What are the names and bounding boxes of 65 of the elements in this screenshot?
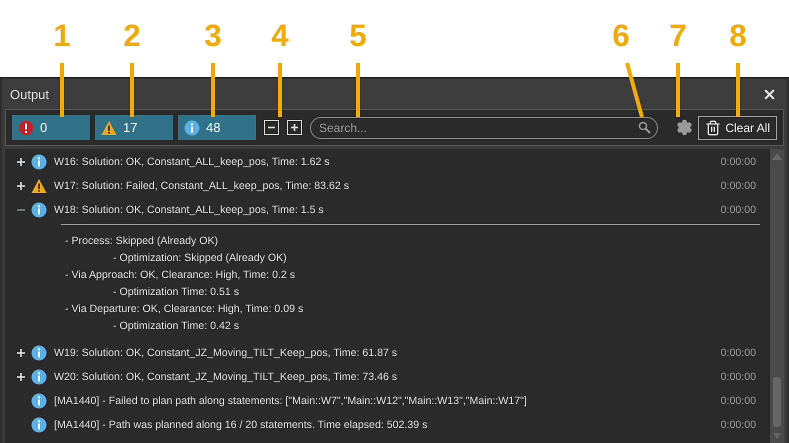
callout-number: 7 (669, 18, 687, 54)
timestamp: 0:00:00 (720, 204, 756, 216)
log-message: W16: Solution: OK, Constant_ALL_keep_pos, Time: 1.62 s (54, 156, 331, 168)
detail-line: - Via Approach: OK, Clearance: High, Time: 0.2 s (64, 268, 296, 283)
timestamp: 0:00:00 (720, 419, 756, 431)
leader-line (356, 63, 360, 117)
error-icon (18, 120, 34, 136)
trash-icon (705, 120, 722, 136)
close-icon[interactable] (762, 86, 777, 102)
log-message: [MA1440] - Path was planned along 16 / 20 statements. Time elapsed: 502.39 s (54, 419, 428, 431)
leader-line (278, 63, 282, 117)
filter-button[interactable]: 0 (12, 115, 90, 140)
plus-icon[interactable] (17, 349, 25, 357)
warning-icon (101, 120, 117, 136)
timestamp: 0:00:00 (720, 156, 756, 168)
detail-line: - Process: Skipped (Already OK) (64, 234, 220, 249)
timestamp: 0:00:00 (720, 371, 756, 383)
detail-line: - Optimization: Skipped (Already OK) (112, 251, 288, 266)
callout-number: 3 (204, 18, 222, 54)
detail-line: - Via Departure: OK, Clearance: High, Time: 0.09 s (64, 302, 304, 317)
timestamp: 0:00:00 (720, 347, 756, 359)
log-message: W20: Solution: OK, Constant_JZ_Moving_TILT_Keep_pos, Time: 73.46 s (54, 371, 398, 383)
info-icon (31, 369, 47, 385)
leader-line (676, 63, 680, 117)
info-icon (31, 393, 47, 409)
warning-icon (31, 178, 47, 194)
clear-all-button[interactable]: Clear All (698, 116, 777, 140)
callout-number: 6 (612, 18, 630, 54)
expand-all-button[interactable] (287, 120, 302, 135)
detail-line: - Optimization Time: 0.42 s (112, 319, 240, 334)
collapse-all-button[interactable] (264, 120, 279, 135)
search-field[interactable]: Search... (310, 116, 658, 138)
info-icon (31, 154, 47, 170)
log-message: W17: Solution: Failed, Constant_ALL_keep_pos, Time: 83.62 s (54, 180, 350, 192)
detail-line: - Optimization Time: 0.51 s (112, 285, 240, 300)
plus-icon[interactable] (17, 182, 25, 190)
settings-icon[interactable] (676, 119, 694, 136)
callout-number: 5 (349, 18, 367, 54)
info-icon (184, 120, 200, 136)
info-icon (31, 417, 47, 433)
search-icon[interactable] (638, 120, 651, 134)
scrollbar-thumb[interactable] (773, 377, 781, 427)
log-message: W18: Solution: OK, Constant_ALL_keep_pos, Time: 1.5 s (54, 204, 325, 216)
leader-line (60, 63, 64, 117)
leader-line (736, 63, 740, 117)
filter-button[interactable]: 17 (95, 115, 173, 140)
callout-number: 4 (271, 18, 289, 54)
plus-icon (290, 123, 299, 132)
plus-icon[interactable] (17, 373, 25, 381)
info-icon (31, 202, 47, 218)
log-message: [MA1440] - Failed to plan path along statements: ["Main::W7","Main::W12","Main::W13","Main::W17"] (54, 395, 528, 407)
callout-number: 8 (729, 18, 747, 54)
filter-button[interactable]: 48 (178, 115, 256, 140)
info-icon (31, 345, 47, 361)
leader-line (625, 62, 644, 118)
leader-line (211, 63, 215, 117)
log-message: W19: Solution: OK, Constant_JZ_Moving_TILT_Keep_pos, Time: 61.87 s (54, 347, 398, 359)
timestamp: 0:00:00 (720, 180, 756, 192)
timestamp: 0:00:00 (720, 395, 756, 407)
callout-number: 1 (53, 18, 71, 54)
scrollbar[interactable] (770, 149, 784, 443)
callout-number: 2 (123, 18, 141, 54)
plus-icon[interactable] (17, 158, 25, 166)
leader-line (130, 63, 134, 117)
panel-title: Output (10, 86, 50, 102)
